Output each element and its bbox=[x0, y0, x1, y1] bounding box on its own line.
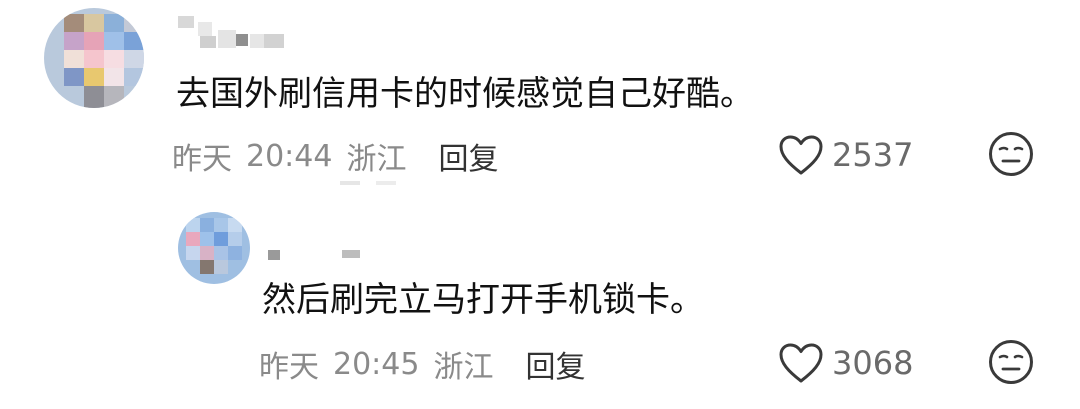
reply-button[interactable]: 回复 bbox=[525, 342, 585, 386]
comment-meta: 昨天 20:45 浙江 回复 bbox=[259, 342, 585, 386]
dislike-button[interactable] bbox=[987, 338, 1035, 386]
username-pixelated bbox=[268, 250, 360, 260]
comment-text: 然后刷完立马打开手机锁卡。 bbox=[262, 280, 704, 320]
meh-face-icon bbox=[989, 340, 1033, 384]
comment-time: 20:45 bbox=[333, 346, 420, 382]
avatar[interactable] bbox=[44, 8, 144, 108]
dislike-button[interactable] bbox=[987, 130, 1035, 178]
comment-time: 20:44 bbox=[246, 138, 333, 174]
reply-button[interactable]: 回复 bbox=[438, 134, 498, 178]
like-count: 3068 bbox=[832, 344, 914, 382]
comment-day: 昨天 bbox=[259, 350, 319, 385]
comment-day: 昨天 bbox=[172, 142, 232, 177]
comment-location: 浙江 bbox=[433, 350, 494, 385]
like-count: 2537 bbox=[832, 136, 914, 174]
heart-icon bbox=[779, 135, 823, 175]
like-button[interactable]: 3068 bbox=[778, 342, 913, 384]
avatar-image bbox=[178, 212, 250, 284]
comment-meta: 昨天 20:44 浙江 回复 bbox=[172, 134, 498, 178]
heart-icon bbox=[779, 343, 823, 383]
username-redacted[interactable] bbox=[266, 244, 362, 264]
username-redacted[interactable] bbox=[176, 14, 288, 52]
username-pixelated bbox=[178, 16, 284, 48]
meh-face-icon bbox=[989, 132, 1033, 176]
divider-dots bbox=[340, 172, 400, 185]
like-button[interactable]: 2537 bbox=[778, 134, 913, 176]
avatar-image bbox=[44, 8, 144, 108]
avatar[interactable] bbox=[178, 212, 250, 284]
comment-text: 去国外刷信用卡的时候感觉自己好酷。 bbox=[176, 74, 754, 114]
